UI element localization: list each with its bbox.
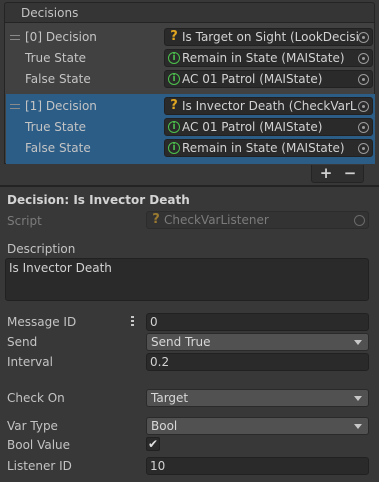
var-type-label: Var Type xyxy=(7,419,58,433)
info-circle-icon: i xyxy=(168,73,180,85)
decision-object-value: Is Invector Death (CheckVarL xyxy=(182,99,357,113)
question-icon: ? xyxy=(170,29,178,44)
listener-id-field[interactable]: 10 xyxy=(146,457,369,475)
message-id-field[interactable]: 0 xyxy=(146,313,369,331)
bool-value-label: Bool Value xyxy=(7,438,71,452)
script-value: CheckVarListener xyxy=(164,213,269,227)
script-label: Script xyxy=(7,214,42,228)
send-label: Send xyxy=(7,335,38,349)
check-on-value: Target xyxy=(151,391,189,405)
decisions-list: [0] Decision ? Is Target on Sight (LookD… xyxy=(4,22,375,164)
info-circle-icon: i xyxy=(168,142,180,154)
false-state-value: Remain in State (MAIState) xyxy=(182,141,345,155)
description-label: Description xyxy=(7,242,76,256)
object-picker-icon[interactable] xyxy=(358,122,369,133)
false-state-label: False State xyxy=(25,72,91,86)
checkmark-icon: ✔ xyxy=(147,437,159,451)
description-value: Is Invector Death xyxy=(9,261,112,275)
send-value: Send True xyxy=(151,335,211,349)
section-divider xyxy=(0,185,379,187)
info-circle-icon: i xyxy=(168,52,180,64)
decision-object-value: Is Target on Sight (LookDecisi xyxy=(182,30,359,44)
decision-item-0[interactable]: [0] Decision ? Is Target on Sight (LookD… xyxy=(6,25,375,95)
kebab-menu-icon[interactable] xyxy=(131,316,134,327)
true-state-value: AC 01 Patrol (MAIState) xyxy=(182,120,323,134)
true-state-label: True State xyxy=(25,120,87,134)
interval-field[interactable]: 0.2 xyxy=(146,353,369,371)
true-state-field[interactable]: i AC 01 Patrol (MAIState) xyxy=(164,118,373,136)
decisions-header-label: Decisions xyxy=(21,6,79,20)
bool-value-checkbox[interactable]: ✔ xyxy=(146,437,160,451)
object-picker-icon xyxy=(354,215,365,226)
true-state-field[interactable]: i Remain in State (MAIState) xyxy=(164,49,373,67)
true-state-label: True State xyxy=(25,51,87,65)
object-picker-icon[interactable] xyxy=(358,53,369,64)
chevron-down-icon xyxy=(354,340,362,345)
false-state-field[interactable]: i Remain in State (MAIState) xyxy=(164,139,373,157)
interval-value: 0.2 xyxy=(150,355,170,369)
object-picker-icon[interactable] xyxy=(358,32,369,43)
false-state-field[interactable]: i AC 01 Patrol (MAIState) xyxy=(164,70,373,88)
description-textarea[interactable]: Is Invector Death xyxy=(5,258,369,301)
decision-object-field[interactable]: ? Is Target on Sight (LookDecisi xyxy=(164,28,373,46)
message-id-label: Message ID xyxy=(7,315,77,329)
decision-object-field[interactable]: ? Is Invector Death (CheckVarL xyxy=(164,97,373,115)
question-icon: ? xyxy=(170,98,178,113)
decision-title: Decision: Is Invector Death xyxy=(7,193,190,207)
decision-label: [1] Decision xyxy=(25,99,97,113)
info-circle-icon: i xyxy=(168,121,180,133)
listener-id-value: 10 xyxy=(150,459,166,473)
send-dropdown[interactable]: Send True xyxy=(146,333,369,351)
true-state-value: Remain in State (MAIState) xyxy=(182,51,345,65)
false-state-value: AC 01 Patrol (MAIState) xyxy=(182,72,323,86)
interval-label: Interval xyxy=(7,355,53,369)
question-icon: ? xyxy=(152,212,160,227)
check-on-dropdown[interactable]: Target xyxy=(146,389,369,407)
var-type-dropdown[interactable]: Bool xyxy=(146,417,369,435)
check-on-label: Check On xyxy=(7,391,65,405)
decisions-list-header: Decisions xyxy=(4,2,375,22)
chevron-down-icon xyxy=(354,424,362,429)
chevron-down-icon xyxy=(354,396,362,401)
listener-id-label: Listener ID xyxy=(7,459,72,473)
add-decision-button[interactable]: + xyxy=(316,164,336,182)
decision-item-1[interactable]: [1] Decision ? Is Invector Death (CheckV… xyxy=(6,94,375,164)
false-state-label: False State xyxy=(25,141,91,155)
message-id-value: 0 xyxy=(150,315,158,329)
object-picker-icon[interactable] xyxy=(358,74,369,85)
list-add-remove-bar: + − xyxy=(311,164,364,183)
var-type-value: Bool xyxy=(151,419,178,433)
object-picker-icon[interactable] xyxy=(358,143,369,154)
drag-handle-icon[interactable] xyxy=(10,35,20,41)
object-picker-icon[interactable] xyxy=(358,101,369,112)
remove-decision-button[interactable]: − xyxy=(340,164,360,182)
drag-handle-icon[interactable] xyxy=(10,104,20,110)
script-field: ? CheckVarListener xyxy=(146,211,369,229)
decision-label: [0] Decision xyxy=(25,30,97,44)
